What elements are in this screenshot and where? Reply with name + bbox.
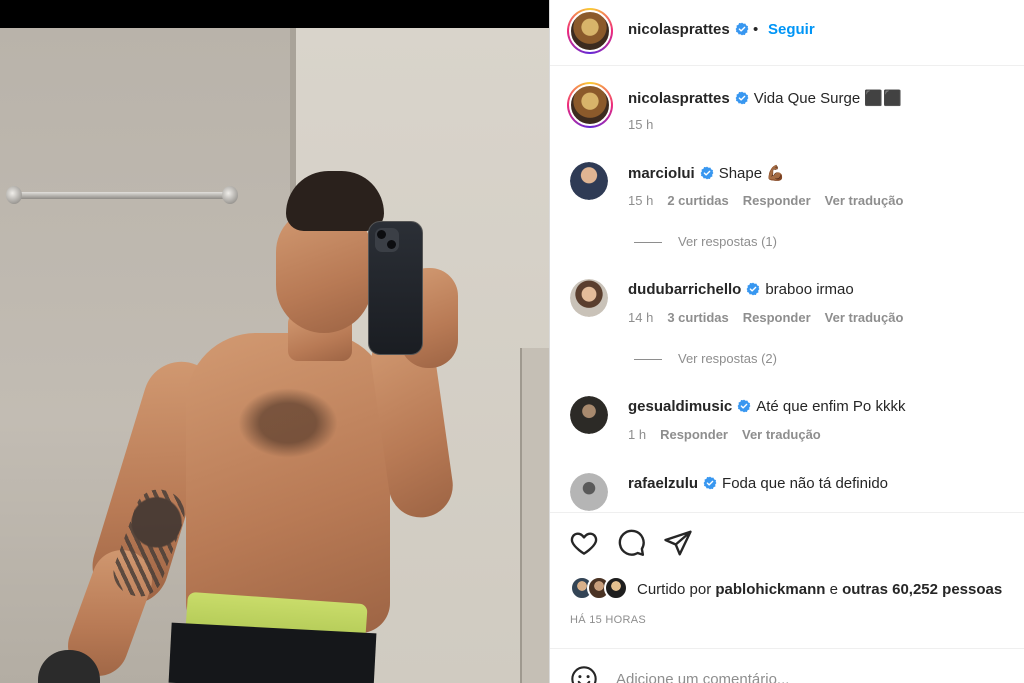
- post-photo[interactable]: [0, 0, 549, 683]
- comment-meta: 1 h Responder Ver tradução: [628, 427, 835, 442]
- commenter-avatar-image: [570, 396, 608, 434]
- verified-icon: [700, 166, 714, 180]
- header-separator: •: [753, 21, 759, 38]
- post-header: nicolasprattes • Seguir: [550, 0, 1024, 66]
- add-comment-bar: [550, 648, 1024, 683]
- towel-bar-knob: [222, 186, 238, 204]
- door-frame: [520, 348, 549, 683]
- comment-text: Foda que não tá definido: [722, 475, 888, 492]
- liker-avatar: [604, 576, 628, 600]
- comment-time[interactable]: 14 h: [628, 310, 653, 325]
- comment-likes[interactable]: 2 curtidas: [667, 193, 728, 208]
- comment-username[interactable]: dudubarrichello: [628, 281, 741, 298]
- caption-meta: 15 h: [628, 117, 667, 132]
- emoji-icon[interactable]: [570, 665, 598, 683]
- comment-username[interactable]: gesualdimusic: [628, 398, 732, 415]
- caption-time[interactable]: 15 h: [628, 117, 653, 132]
- shorts: [168, 622, 377, 683]
- verified-icon: [703, 476, 717, 490]
- author-username[interactable]: nicolasprattes: [628, 21, 749, 38]
- comment-username[interactable]: marciolui: [628, 165, 695, 182]
- reply-button[interactable]: Responder: [743, 310, 811, 325]
- comment-meta: 15 h 2 curtidas Responder Ver tradução: [628, 193, 917, 208]
- commenter-avatar[interactable]: [570, 279, 608, 317]
- comment-input[interactable]: [616, 668, 996, 683]
- verified-icon: [735, 22, 749, 36]
- caption-username[interactable]: nicolasprattes: [628, 90, 730, 107]
- view-replies-label[interactable]: Ver respostas (1): [678, 234, 777, 249]
- post-actions: Curtido por pablohickmann e outras 60,25…: [550, 512, 1024, 647]
- comment-time[interactable]: 15 h: [628, 193, 653, 208]
- likes-prefix: Curtido por: [637, 581, 712, 598]
- author-avatar[interactable]: [567, 8, 613, 54]
- commenter-avatar-image: [570, 279, 608, 317]
- likes-summary[interactable]: Curtido por pablohickmann e outras 60,25…: [570, 576, 1024, 602]
- post-time[interactable]: HÁ 15 HORAS: [570, 614, 646, 626]
- comment-line: rafaelzulu Foda que não tá definido: [628, 475, 888, 492]
- heart-icon[interactable]: [569, 528, 599, 558]
- person-torso: [186, 333, 390, 633]
- comment-line: marciolui Shape 💪🏾: [628, 164, 785, 182]
- comment-username[interactable]: rafaelzulu: [628, 475, 698, 492]
- chest-hair: [238, 388, 338, 458]
- commenter-avatar-image: [570, 473, 608, 511]
- commenter-avatar[interactable]: [570, 473, 608, 511]
- translate-button[interactable]: Ver tradução: [825, 310, 904, 325]
- post-sidebar: nicolasprattes • Seguir nicolasprattes Vi…: [549, 0, 1024, 683]
- comment-likes[interactable]: 3 curtidas: [667, 310, 728, 325]
- share-icon[interactable]: [663, 528, 693, 558]
- comment-meta: 14 h 3 curtidas Responder Ver tradução: [628, 310, 917, 325]
- comment-text: Shape 💪🏾: [718, 165, 785, 182]
- translate-button[interactable]: Ver tradução: [825, 193, 904, 208]
- likes-others[interactable]: outras 60,252 pessoas: [842, 581, 1002, 598]
- reply-button[interactable]: Responder: [660, 427, 728, 442]
- comment-icon[interactable]: [616, 528, 646, 558]
- author-avatar[interactable]: [567, 82, 613, 128]
- comment-text: braboo irmao: [765, 281, 854, 298]
- caption-text: Vida Que Surge ⬛⬛: [753, 90, 902, 107]
- view-replies-button[interactable]: Ver respostas (2): [634, 351, 777, 366]
- verified-icon: [746, 282, 760, 296]
- replies-line: [634, 359, 662, 361]
- comment-line: dudubarrichello braboo irmao: [628, 281, 854, 298]
- comment-time[interactable]: 1 h: [628, 427, 646, 442]
- commenter-avatar-image: [570, 162, 608, 200]
- comment-text: Até que enfim Po kkkk: [756, 398, 906, 415]
- post-image: [0, 28, 549, 683]
- view-replies-button[interactable]: Ver respostas (1): [634, 234, 777, 249]
- verified-icon: [737, 399, 751, 413]
- follow-button[interactable]: Seguir: [768, 21, 815, 38]
- translate-button[interactable]: Ver tradução: [742, 427, 821, 442]
- likes-text: Curtido por pablohickmann e outras 60,25…: [637, 581, 1002, 598]
- towel-bar: [10, 192, 238, 199]
- camera-module: [375, 228, 399, 252]
- commenter-avatar[interactable]: [570, 162, 608, 200]
- comments-list[interactable]: nicolasprattes Vida Que Surge ⬛⬛ 15 h mar…: [550, 66, 1024, 512]
- likes-connector: e: [829, 581, 838, 598]
- commenter-avatar[interactable]: [570, 396, 608, 434]
- caption-line: nicolasprattes Vida Que Surge ⬛⬛: [628, 89, 902, 107]
- towel-bar-knob: [6, 186, 22, 204]
- smartphone: [368, 221, 423, 355]
- replies-line: [634, 242, 662, 244]
- author-username-text[interactable]: nicolasprattes: [628, 21, 730, 38]
- verified-icon: [735, 91, 749, 105]
- comment-line: gesualdimusic Até que enfim Po kkkk: [628, 398, 905, 415]
- author-avatar-image: [569, 84, 611, 126]
- liker-username[interactable]: pablohickmann: [715, 581, 825, 598]
- reply-button[interactable]: Responder: [743, 193, 811, 208]
- author-avatar-image: [569, 10, 611, 52]
- view-replies-label[interactable]: Ver respostas (2): [678, 351, 777, 366]
